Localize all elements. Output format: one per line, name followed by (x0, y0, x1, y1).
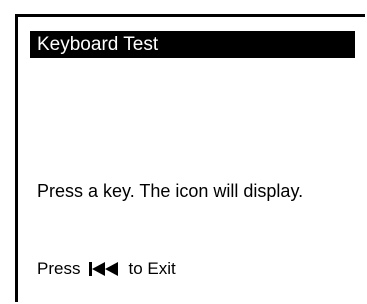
device-screen: Keyboard Test Press a key. The icon will… (15, 14, 365, 302)
exit-hint: Press to Exit (37, 258, 176, 280)
instruction-message: Press a key. The icon will display. (37, 181, 304, 201)
exit-prefix: Press (37, 259, 81, 278)
exit-suffix: to Exit (128, 259, 176, 278)
page-title: Keyboard Test (37, 34, 159, 55)
title-bar: Keyboard Test (30, 31, 355, 58)
skip-back-icon (89, 262, 119, 276)
